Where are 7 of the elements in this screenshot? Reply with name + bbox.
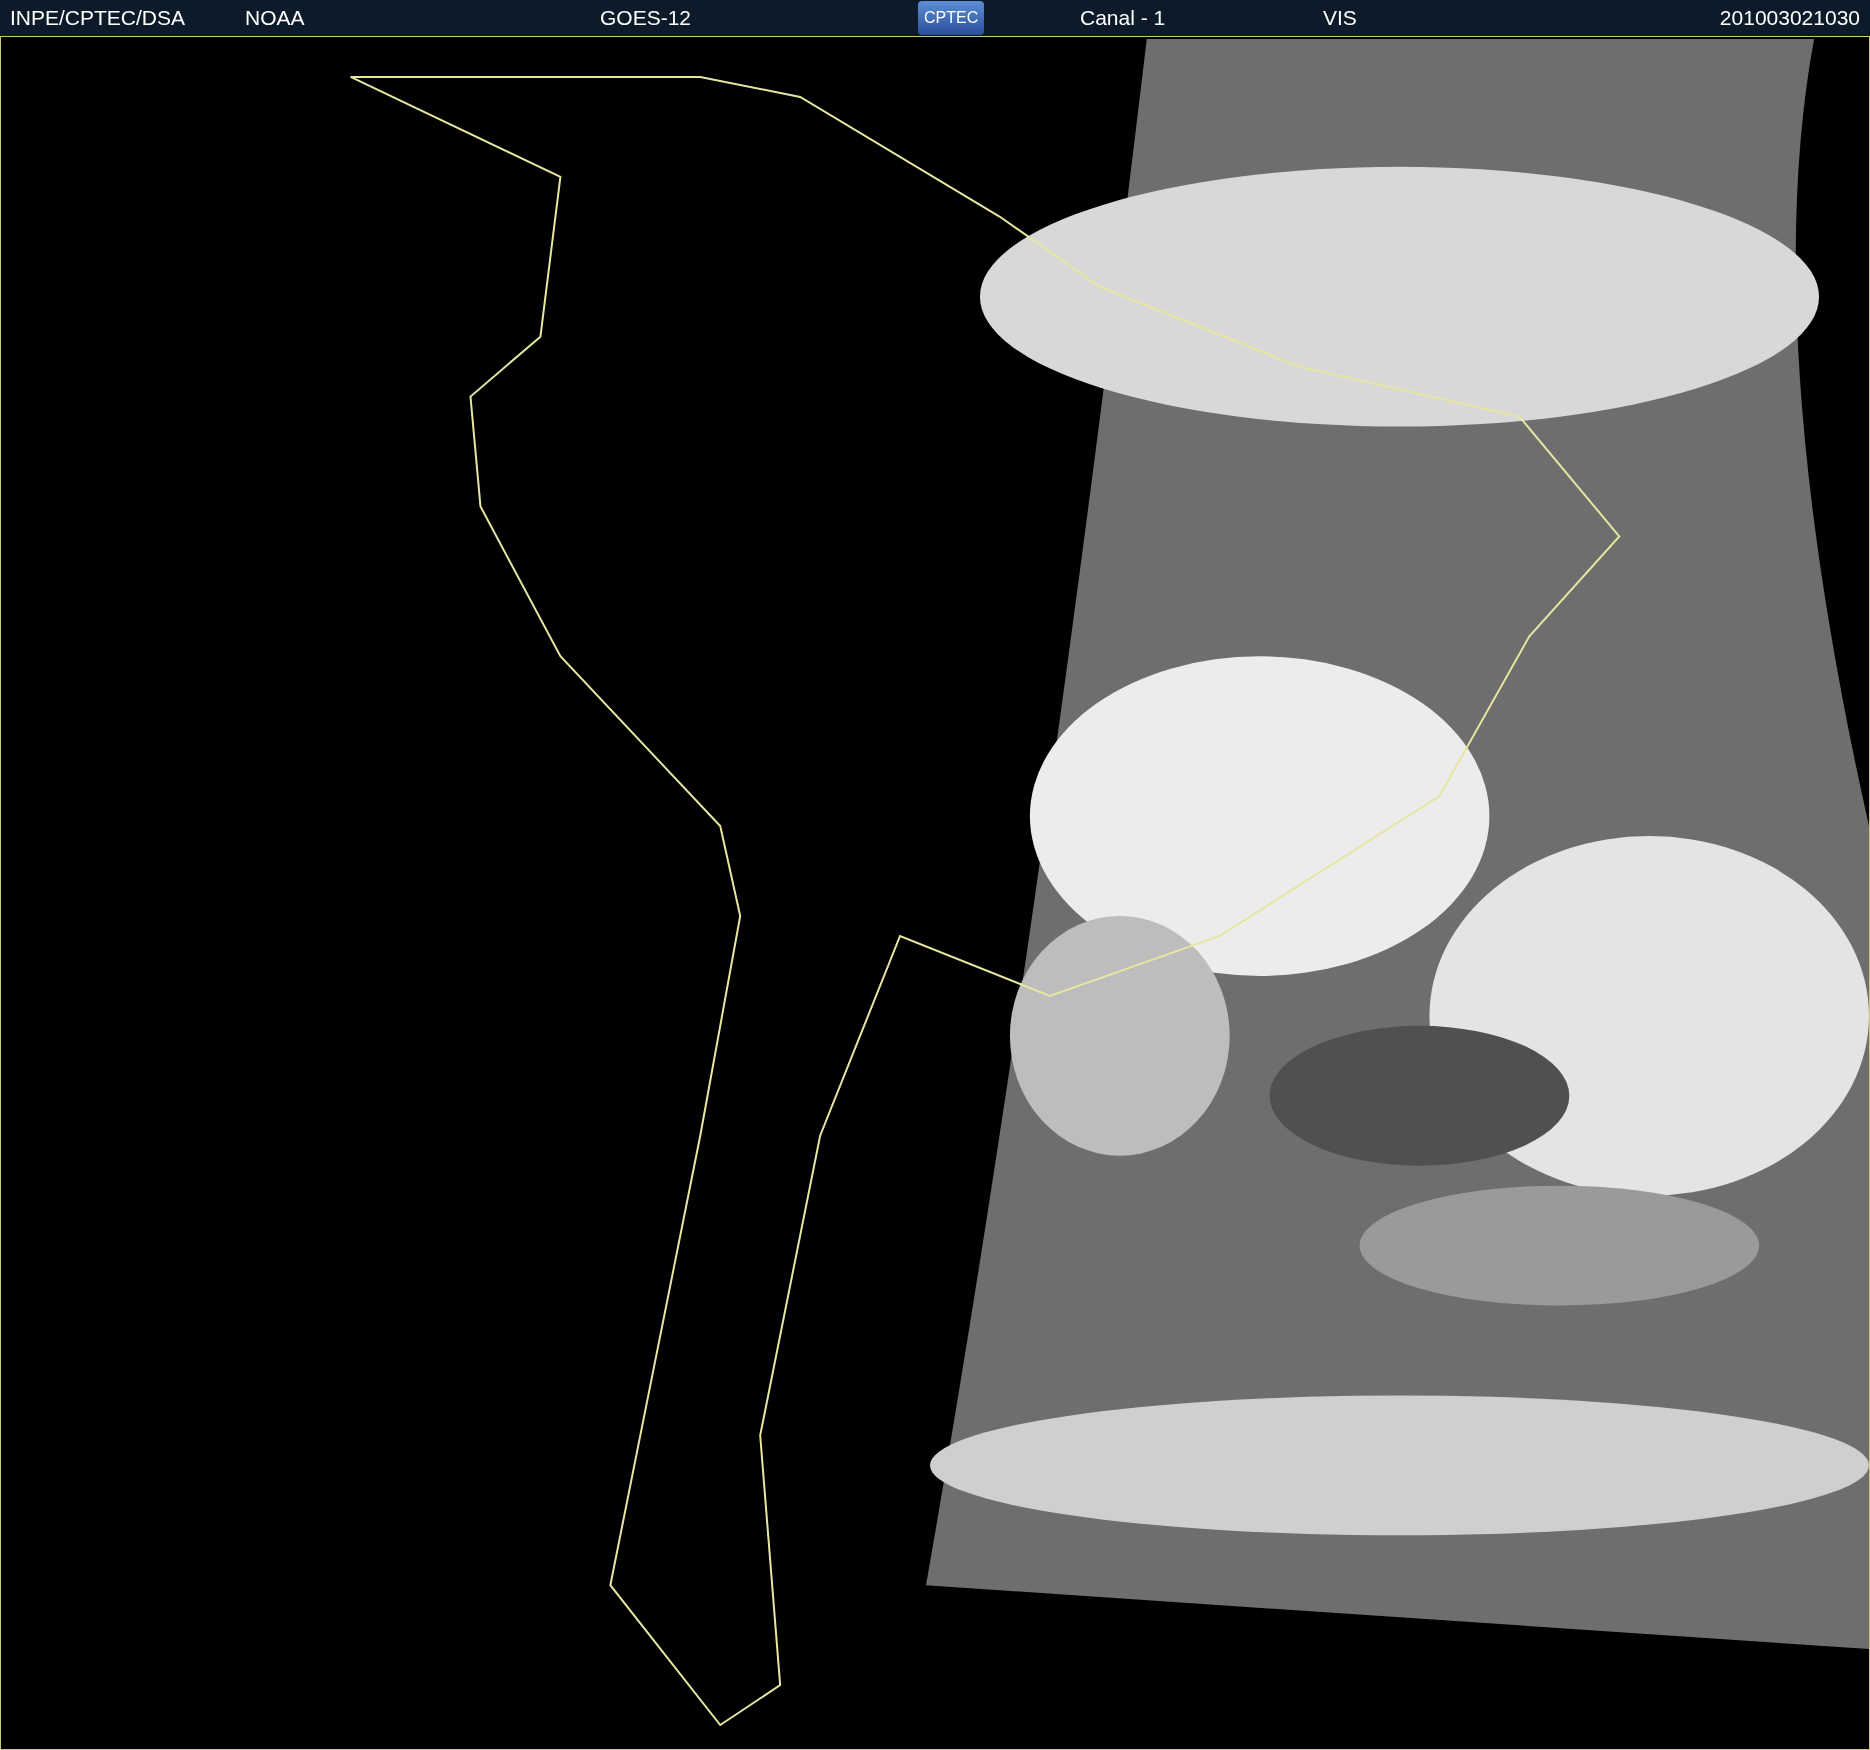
- header-label: GOES-12: [600, 6, 693, 30]
- header-label: VIS: [1323, 6, 1358, 30]
- header-label: NOAA: [245, 6, 306, 30]
- header-label: 201003021030: [1719, 6, 1860, 30]
- header-label: INPE/CPTEC/DSA: [10, 6, 187, 30]
- logo: CPTEC: [918, 1, 985, 35]
- header-label: Canal - 1: [1080, 6, 1167, 30]
